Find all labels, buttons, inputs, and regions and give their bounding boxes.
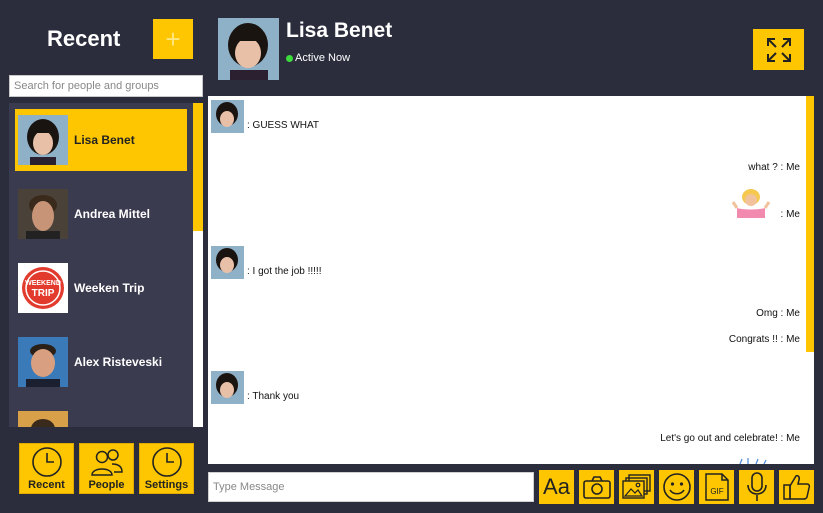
nav-settings-button[interactable]: Settings: [139, 443, 194, 494]
badge-top-text: WEEKEND: [25, 280, 61, 287]
badge-bottom-text: TRIP: [32, 288, 55, 299]
avatar: [18, 189, 68, 239]
thumbs-up-icon: [782, 475, 810, 500]
conversation-name: Lisa Benet: [286, 19, 393, 42]
contact-name: Lisa Benet: [74, 133, 135, 147]
contact-item-alex-risteveski[interactable]: Alex Risteveski: [15, 331, 187, 393]
microphone-icon: [746, 472, 767, 501]
avatar: [18, 115, 68, 165]
contact-name: Weeken Trip: [74, 281, 145, 295]
recent-title: Recent: [47, 26, 121, 51]
like-button[interactable]: [779, 470, 814, 504]
clock-icon: [31, 447, 62, 477]
sender-avatar: [211, 100, 244, 133]
chat-history: : GUESS WHAT what ? : Me : Me : I got th…: [208, 96, 814, 464]
message-text: what ? : Me: [748, 162, 800, 173]
expand-icon: [766, 37, 791, 62]
gif-button[interactable]: GIF: [699, 470, 734, 504]
message-outgoing: Congrats !! : Me: [729, 334, 800, 345]
message-incoming: : I got the job !!!!!: [211, 246, 322, 279]
voice-button[interactable]: [739, 470, 774, 504]
add-conversation-button[interactable]: +: [153, 19, 193, 59]
smiley-icon: [662, 473, 691, 501]
message-text: : Thank you: [247, 391, 300, 402]
person-shrugging-emoji-icon: [731, 189, 770, 218]
nav-recent-button[interactable]: Recent: [19, 443, 74, 494]
plus-icon: +: [165, 24, 181, 54]
contact-item-partial[interactable]: [15, 405, 187, 427]
avatar: [18, 337, 68, 387]
sparkle-emoji-icon: [739, 458, 767, 464]
nav-people-label: People: [88, 479, 125, 491]
font-button[interactable]: Aa: [539, 470, 574, 504]
contact-name: Alex Risteveski: [74, 355, 163, 369]
expand-button[interactable]: [753, 29, 804, 70]
gif-icon: GIF: [704, 473, 729, 501]
avatar: [18, 411, 68, 427]
message-input[interactable]: [208, 472, 534, 502]
people-icon: [90, 449, 123, 476]
message-text: Let's go out and celebrate! : Me: [660, 433, 800, 444]
presence-status: Active Now: [286, 52, 350, 64]
search-input[interactable]: [9, 75, 203, 97]
contact-name: Andrea Mittel: [74, 207, 151, 221]
message-outgoing: Omg : Me: [756, 308, 800, 319]
message-text: : Me: [780, 209, 800, 220]
message-text: : GUESS WHAT: [247, 120, 320, 131]
nav-settings-label: Settings: [144, 479, 189, 491]
message-text: Omg : Me: [756, 308, 800, 319]
contact-item-andrea-mittel[interactable]: Andrea Mittel: [15, 183, 187, 245]
clock-icon: [151, 447, 182, 477]
sender-avatar: [211, 371, 244, 404]
contact-scrollbar-thumb[interactable]: [193, 103, 203, 231]
gif-label: GIF: [710, 487, 723, 496]
contact-list: Lisa Benet Andrea Mittel WEEKEND TRIP We…: [9, 103, 203, 427]
message-outgoing: Let's go out and celebrate! : Me: [660, 433, 800, 444]
contact-item-lisa-benet[interactable]: Lisa Benet: [15, 109, 187, 171]
header-avatar: [218, 18, 279, 80]
camera-icon: [582, 476, 611, 499]
message-outgoing: what ? : Me: [748, 162, 800, 173]
status-text: Active Now: [295, 52, 351, 64]
group-avatar: WEEKEND TRIP: [18, 263, 68, 313]
online-dot-icon: [286, 54, 293, 62]
nav-recent-label: Recent: [28, 479, 65, 491]
emoji-button[interactable]: [659, 470, 694, 504]
font-icon: Aa: [543, 474, 570, 499]
message-incoming: : GUESS WHAT: [211, 100, 319, 133]
gallery-icon: [621, 474, 651, 499]
camera-button[interactable]: [579, 470, 614, 504]
nav-people-button[interactable]: People: [79, 443, 134, 494]
message-incoming: : Thank you: [211, 371, 299, 404]
message-text: : I got the job !!!!!: [247, 266, 322, 277]
contact-scrollbar[interactable]: [193, 103, 203, 427]
gallery-button[interactable]: [619, 470, 654, 504]
sender-avatar: [211, 246, 244, 279]
message-text: Congrats !! : Me: [728, 334, 800, 345]
chat-scrollbar[interactable]: [806, 96, 814, 352]
message-outgoing: : Me: [731, 188, 800, 220]
contact-item-weeken-trip[interactable]: WEEKEND TRIP Weeken Trip: [15, 257, 187, 319]
